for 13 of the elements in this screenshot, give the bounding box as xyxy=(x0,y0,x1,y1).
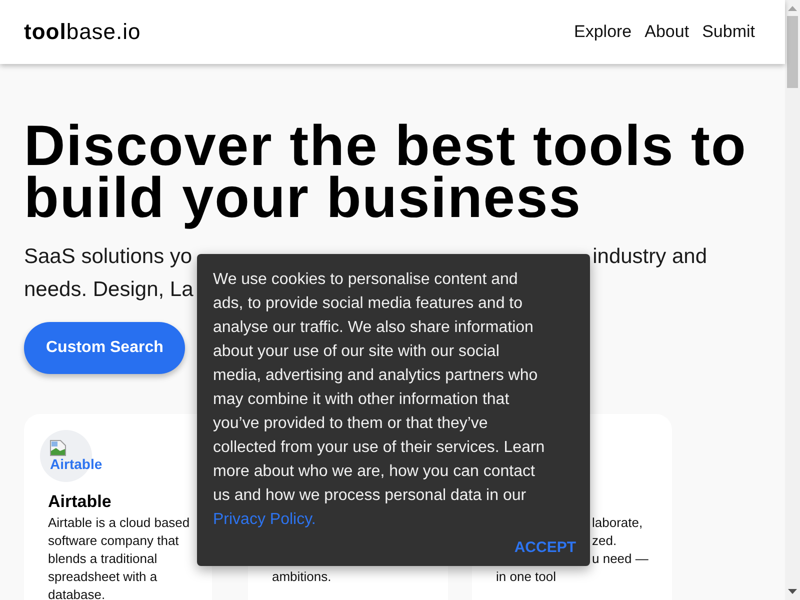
logo-alt-text: Airtable xyxy=(50,456,102,472)
tool-description: ambitions. xyxy=(272,568,332,586)
tool-description: zed. xyxy=(592,532,617,550)
tool-description: Airtable is a cloud based software company that blends a traditional spreadsheet with a database. xyxy=(48,514,191,600)
cookie-message: We use cookies to personalise content and ads, to provide social media features and to analyse our traffic. We also share information about your use of our site with our social media, advertising and analytics partners who may combine it with other information that you’ve provided to them or that they’ve collected from your use of their services. Learn more about who we are, how you can contact us and how we process personal data in our Privacy Policy. xyxy=(213,270,546,530)
tool-description: in one tool xyxy=(496,568,556,586)
tool-title: Airtable xyxy=(48,491,112,513)
hero-heading: Discover the best tools to build your business xyxy=(24,120,748,232)
tool-description: u need — xyxy=(592,550,648,568)
hero-subtitle: industry and xyxy=(592,244,707,270)
hero-subtitle: needs. Design, La xyxy=(24,277,194,303)
tool-description: laborate, xyxy=(592,514,643,532)
hero-subtitle: SaaS solutions yo xyxy=(24,244,192,270)
